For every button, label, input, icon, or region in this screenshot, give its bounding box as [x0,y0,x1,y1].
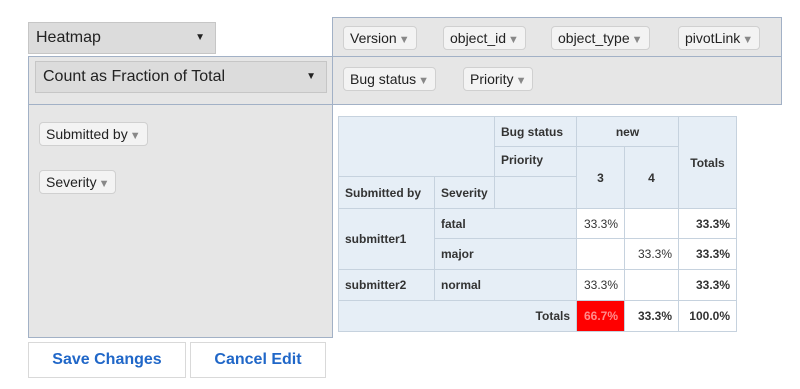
col-key-header: 4 [624,146,679,209]
row-total-cell: 33.3% [678,208,737,239]
chevron-down-icon: ▼ [306,71,316,82]
filter-triangle-icon[interactable]: ▼ [130,130,141,142]
renderer-select[interactable]: Heatmap ▼ [28,22,216,54]
filter-triangle-icon[interactable]: ▼ [418,75,429,87]
attribute-pill-label: Submitted by [46,126,128,142]
col-attr-label: Priority [494,146,577,177]
row-group-label: submitter2 [338,269,435,301]
value-cell [624,208,679,239]
value-cell: 33.3% [624,238,679,270]
row-group-label: submitter1 [338,208,435,270]
col-attr-label: Bug status [494,116,577,147]
renderer-select-value: Heatmap [36,29,101,46]
filter-triangle-icon[interactable]: ▼ [508,34,519,46]
attribute-pill-label: object_id [450,30,507,46]
cancel-edit-button[interactable]: Cancel Edit [190,342,326,378]
attribute-pill-label: Bug status [350,71,417,87]
attribute-pill[interactable]: object_id ▼ [443,26,526,50]
row-label: fatal [434,208,577,239]
attribute-pill-label: Severity [46,174,97,190]
attribute-pill[interactable]: Bug status ▼ [343,67,437,91]
col-group-header: new [576,116,679,147]
totals-row: Totals 66.7% 33.3% 100.0% [338,300,737,332]
column-total-cell: 33.3% [624,300,679,332]
attribute-pill[interactable]: Submitted by ▼ [39,122,148,146]
row-label: major [434,238,577,270]
pivot-table: Bug status new Totals Priority 3 4 Submi… [338,116,737,332]
table-row: submitter1 fatal 33.3% 33.3% [338,208,737,270]
value-cell: 33.3% [576,269,625,301]
attribute-pill[interactable]: Priority ▼ [463,67,534,91]
attribute-pill-label: object_type [558,30,630,46]
aggregator-select-value: Count as Fraction of Total [43,68,226,85]
attribute-pill-label: pivotLink [685,30,741,46]
row-attr-label: Submitted by [338,176,435,209]
filter-triangle-icon[interactable]: ▼ [742,34,753,46]
totals-header: Totals [678,116,737,209]
attribute-pill[interactable]: Severity ▼ [39,170,117,194]
attribute-pill[interactable]: pivotLink ▼ [678,26,761,50]
totals-row-label: Totals [338,300,577,332]
row-total-cell: 33.3% [678,238,737,270]
blank-header-cell [494,176,577,209]
chevron-down-icon: ▼ [195,32,205,43]
column-total-cell: 66.7% [576,300,625,332]
filter-triangle-icon[interactable]: ▼ [516,75,527,87]
table-row: submitter2 normal 33.3% 33.3% [338,269,737,301]
grand-total-cell: 100.0% [678,300,737,332]
attribute-pill[interactable]: Version ▼ [343,26,417,50]
row-attr-label: Severity [434,176,495,209]
attribute-pill[interactable]: object_type ▼ [551,26,650,50]
col-key-header: 3 [576,146,625,209]
attribute-pill-label: Priority [470,71,514,87]
filter-triangle-icon[interactable]: ▼ [632,34,643,46]
value-cell [624,269,679,301]
value-cell: 33.3% [576,208,625,239]
row-label: normal [434,269,577,301]
table-corner [338,116,495,177]
save-changes-button[interactable]: Save Changes [28,342,186,378]
pivot-table-container: Bug status new Totals Priority 3 4 Submi… [338,116,737,332]
attribute-pill-label: Version [350,30,397,46]
value-cell [576,238,625,270]
filter-triangle-icon[interactable]: ▼ [399,34,410,46]
aggregator-select[interactable]: Count as Fraction of Total ▼ [35,61,327,93]
filter-triangle-icon[interactable]: ▼ [99,178,110,190]
row-total-cell: 33.3% [678,269,737,301]
